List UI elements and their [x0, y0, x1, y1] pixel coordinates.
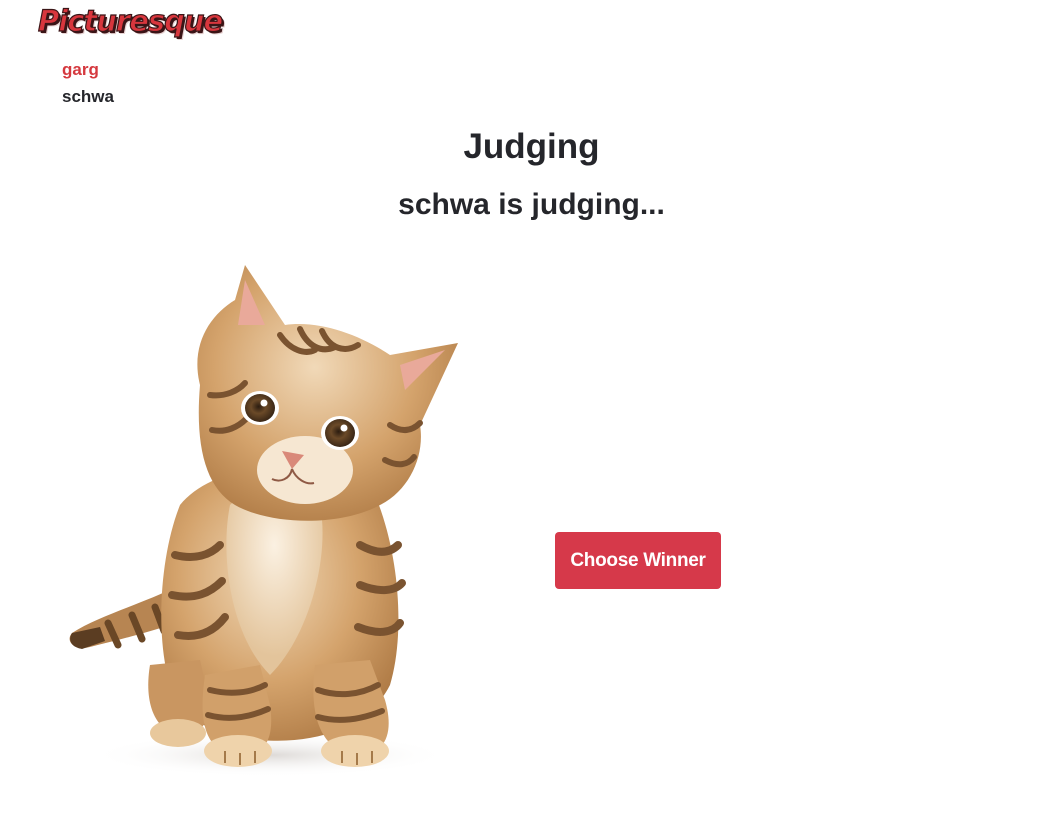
- app-logo[interactable]: Picturesque: [37, 3, 223, 38]
- player-name[interactable]: schwa: [62, 83, 114, 110]
- game-page: Picturesque garg schwa Judging schwa is …: [0, 0, 1063, 829]
- submission-image[interactable]: [60, 255, 470, 780]
- judging-status: schwa is judging...: [398, 188, 665, 221]
- player-list: garg schwa: [62, 56, 114, 110]
- kitten-photo: [69, 265, 459, 777]
- player-name[interactable]: garg: [62, 56, 114, 83]
- choose-winner-button[interactable]: Choose Winner: [555, 532, 721, 589]
- page-title: Judging: [463, 127, 600, 166]
